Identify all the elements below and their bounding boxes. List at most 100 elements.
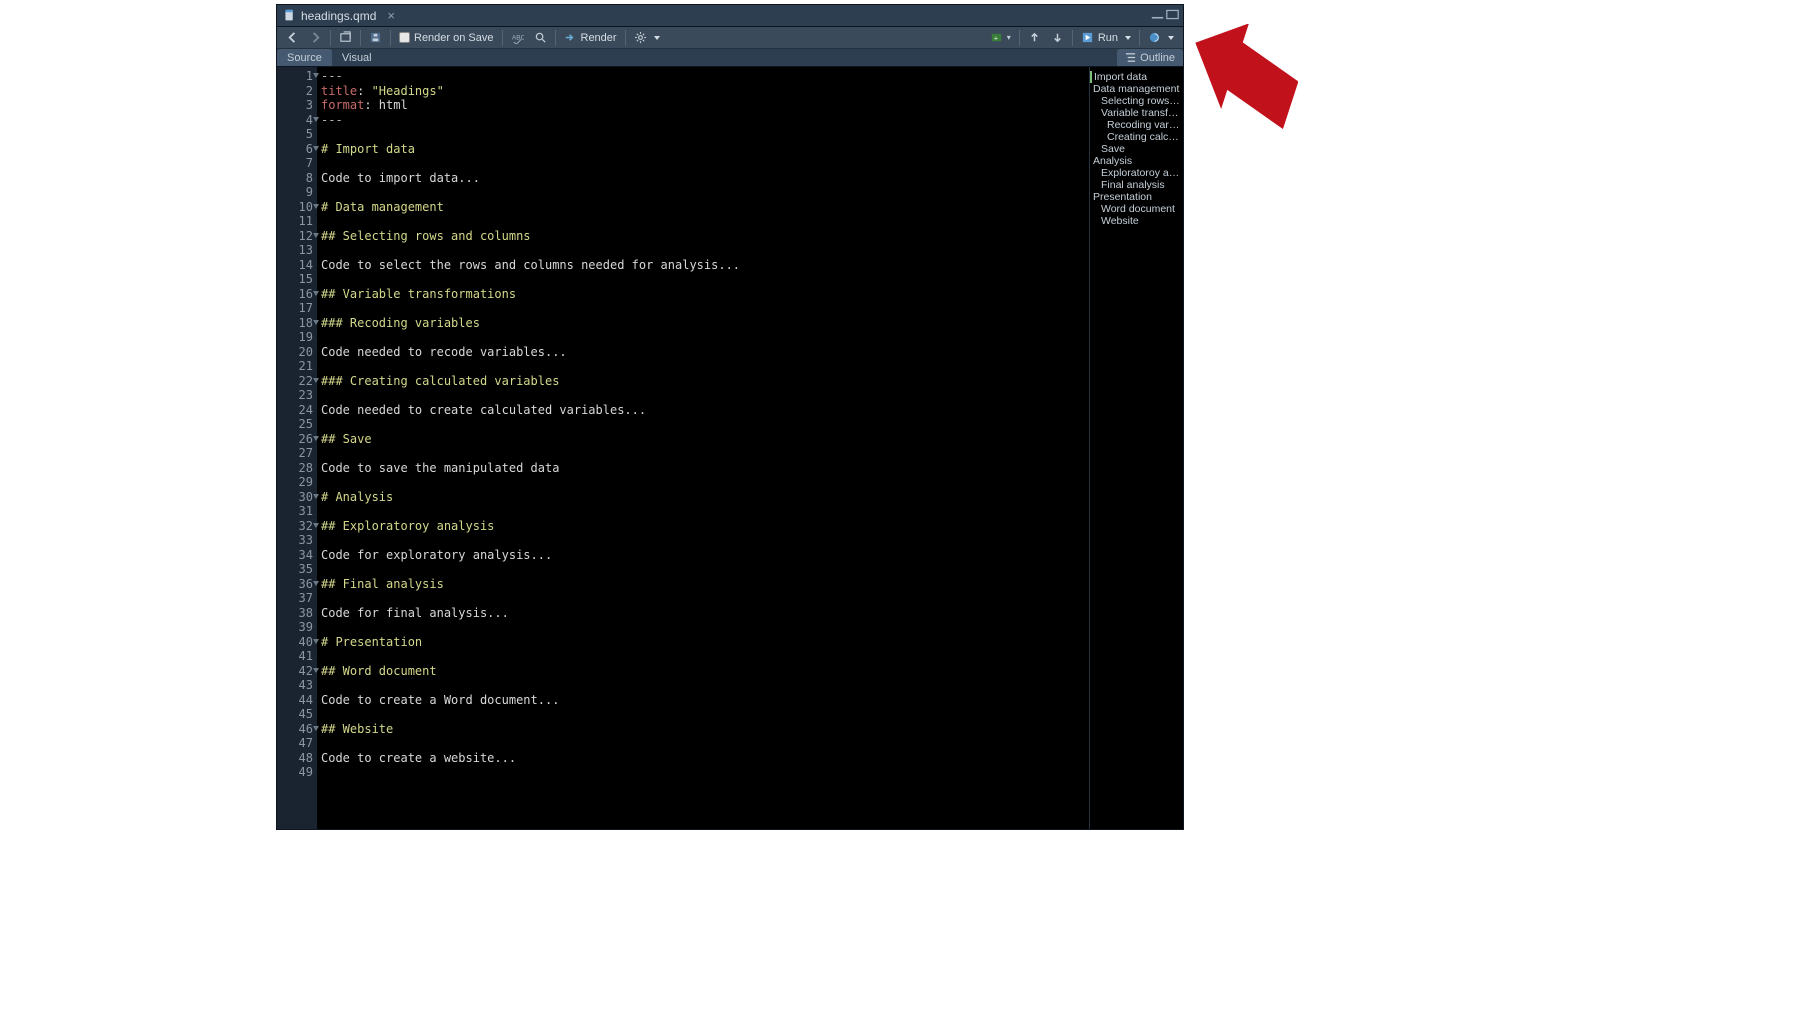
code-line[interactable]: --- (321, 69, 1089, 84)
publish-button[interactable] (1143, 29, 1179, 47)
outline-item[interactable]: Selecting rows … (1093, 95, 1180, 107)
go-next-chunk-button[interactable] (1046, 29, 1069, 47)
run-button[interactable]: Run (1076, 29, 1136, 47)
fold-icon[interactable] (313, 378, 319, 383)
outline-item[interactable]: Recoding varia… (1093, 119, 1180, 131)
code-line[interactable] (321, 156, 1089, 171)
fold-icon[interactable] (313, 668, 319, 673)
code-line[interactable]: ## Final analysis (321, 577, 1089, 592)
fold-icon[interactable] (313, 146, 319, 151)
render-on-save-toggle[interactable]: Render on Save (394, 29, 499, 47)
fold-icon[interactable] (313, 204, 319, 209)
outline-item[interactable]: Data management (1093, 83, 1180, 95)
visual-mode-button[interactable]: Visual (332, 49, 382, 66)
code-line[interactable]: ## Exploratoroy analysis (321, 519, 1089, 534)
render-button[interactable]: Render (559, 29, 622, 47)
render-on-save-checkbox[interactable] (399, 32, 410, 43)
insert-chunk-button[interactable]: + ▾ (985, 29, 1016, 47)
fold-icon[interactable] (313, 436, 319, 441)
code-line[interactable] (321, 243, 1089, 258)
code-line[interactable] (321, 417, 1089, 432)
fold-icon[interactable] (313, 291, 319, 296)
find-button[interactable] (529, 29, 552, 47)
code-line[interactable] (321, 127, 1089, 142)
code-line[interactable] (321, 272, 1089, 287)
code-line[interactable]: ### Recoding variables (321, 316, 1089, 331)
code-line[interactable] (321, 562, 1089, 577)
code-line[interactable] (321, 330, 1089, 345)
outline-item[interactable]: Import data (1090, 71, 1180, 83)
outline-item[interactable]: Exploratoroy an… (1093, 167, 1180, 179)
code-line[interactable] (321, 388, 1089, 403)
code-line[interactable]: format: html (321, 98, 1089, 113)
code-line[interactable]: Code for exploratory analysis... (321, 548, 1089, 563)
code-area[interactable]: ---title: "Headings"format: html---# Imp… (317, 67, 1089, 829)
code-line[interactable]: # Presentation (321, 635, 1089, 650)
minimize-pane-icon[interactable] (1151, 9, 1164, 23)
code-line[interactable] (321, 678, 1089, 693)
fold-icon[interactable] (313, 523, 319, 528)
fold-icon[interactable] (313, 73, 319, 78)
maximize-pane-icon[interactable] (1166, 9, 1179, 23)
code-line[interactable]: ## Word document (321, 664, 1089, 679)
code-line[interactable]: ### Creating calculated variables (321, 374, 1089, 389)
fold-icon[interactable] (313, 117, 319, 122)
code-line[interactable] (321, 185, 1089, 200)
spellcheck-button[interactable]: ABC (506, 29, 529, 47)
code-line[interactable]: Code for final analysis... (321, 606, 1089, 621)
code-line[interactable]: Code needed to create calculated variabl… (321, 403, 1089, 418)
code-line[interactable] (321, 765, 1089, 780)
fold-icon[interactable] (313, 581, 319, 586)
code-line[interactable]: --- (321, 113, 1089, 128)
code-line[interactable]: # Import data (321, 142, 1089, 157)
code-line[interactable] (321, 475, 1089, 490)
fold-icon[interactable] (313, 494, 319, 499)
outline-item[interactable]: Final analysis (1093, 179, 1180, 191)
code-line[interactable] (321, 214, 1089, 229)
close-tab-icon[interactable]: × (385, 8, 397, 23)
outline-toggle-button[interactable]: Outline (1117, 49, 1183, 66)
code-line[interactable] (321, 504, 1089, 519)
code-line[interactable]: Code to select the rows and columns need… (321, 258, 1089, 273)
code-line[interactable]: Code needed to recode variables... (321, 345, 1089, 360)
file-tab[interactable]: headings.qmd × (277, 5, 405, 26)
code-line[interactable]: # Analysis (321, 490, 1089, 505)
code-line[interactable] (321, 649, 1089, 664)
go-prev-chunk-button[interactable] (1023, 29, 1046, 47)
outline-item[interactable]: Save (1093, 143, 1180, 155)
code-line[interactable]: Code to create a Word document... (321, 693, 1089, 708)
fold-icon[interactable] (313, 233, 319, 238)
document-options-button[interactable] (629, 29, 665, 47)
code-line[interactable] (321, 620, 1089, 635)
save-button[interactable] (364, 29, 387, 47)
outline-item[interactable]: Creating calcul… (1093, 131, 1180, 143)
code-line[interactable] (321, 359, 1089, 374)
source-mode-button[interactable]: Source (277, 49, 332, 66)
nav-back-button[interactable] (281, 29, 304, 47)
fold-icon[interactable] (313, 726, 319, 731)
outline-item[interactable]: Presentation (1093, 191, 1180, 203)
code-line[interactable]: Code to save the manipulated data (321, 461, 1089, 476)
outline-item[interactable]: Website (1093, 215, 1180, 227)
code-line[interactable] (321, 301, 1089, 316)
outline-item[interactable]: Analysis (1093, 155, 1180, 167)
code-line[interactable] (321, 533, 1089, 548)
code-line[interactable]: Code to create a website... (321, 751, 1089, 766)
code-line[interactable]: title: "Headings" (321, 84, 1089, 99)
nav-forward-button[interactable] (304, 29, 327, 47)
code-line[interactable]: ## Website (321, 722, 1089, 737)
code-line[interactable]: ## Save (321, 432, 1089, 447)
fold-icon[interactable] (313, 639, 319, 644)
code-line[interactable] (321, 591, 1089, 606)
show-in-new-window-button[interactable] (334, 29, 357, 47)
code-line[interactable] (321, 736, 1089, 751)
code-line[interactable] (321, 446, 1089, 461)
code-line[interactable]: Code to import data... (321, 171, 1089, 186)
code-line[interactable]: ## Variable transformations (321, 287, 1089, 302)
outline-item[interactable]: Variable transfor… (1093, 107, 1180, 119)
code-line[interactable]: ## Selecting rows and columns (321, 229, 1089, 244)
code-line[interactable] (321, 707, 1089, 722)
code-line[interactable]: # Data management (321, 200, 1089, 215)
fold-icon[interactable] (313, 320, 319, 325)
outline-item[interactable]: Word document (1093, 203, 1180, 215)
